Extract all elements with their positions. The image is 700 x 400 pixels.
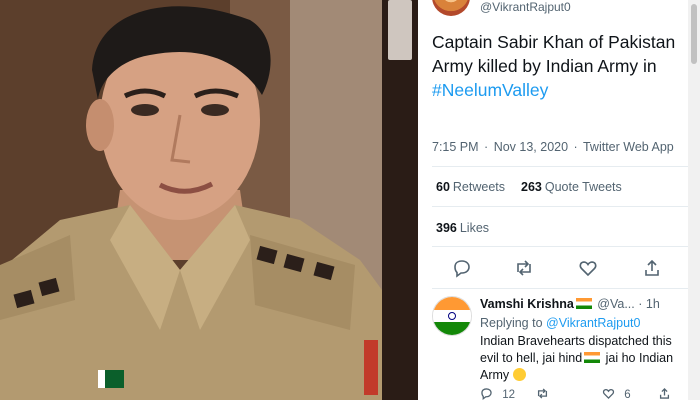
reply-text: Indian Bravehearts dispatched this evil …	[480, 333, 680, 384]
tweet-time[interactable]: 7:15 PM	[432, 140, 479, 154]
quote-tweets-link[interactable]: 263 Quote Tweets	[521, 180, 622, 194]
tweet-text: Captain Sabir Khan of Pakistan Army kill…	[432, 30, 682, 102]
india-flag-icon	[584, 352, 601, 363]
divider	[432, 206, 688, 207]
reply-like-count: 6	[624, 389, 631, 400]
likes-stats[interactable]: 396 Likes	[436, 221, 489, 235]
reply-count: 12	[502, 389, 515, 400]
reply-icon[interactable]	[452, 258, 472, 278]
mention-link[interactable]: @VikrantRajput0	[546, 316, 640, 330]
reply-icon	[481, 388, 492, 400]
reply-like-button[interactable]: 6	[602, 387, 631, 400]
divider	[432, 166, 688, 167]
reply-text-line3: Army	[480, 368, 510, 382]
retweets-link[interactable]: 60 Retweets	[436, 180, 505, 194]
reply-author-handle[interactable]: @Va...	[597, 297, 634, 311]
replying-prefix: Replying to	[480, 316, 543, 330]
retweet-icon	[537, 388, 548, 399]
likes-label: Likes	[459, 221, 490, 235]
reply-text-line2a: evil to hell, jai hind	[480, 351, 583, 365]
tweet-actions	[452, 258, 664, 280]
retweet-stats: 60 Retweets 263 Quote Tweets	[436, 180, 622, 194]
replying-to: Replying to @VikrantRajput0	[480, 316, 640, 330]
scrollbar[interactable]	[688, 0, 700, 400]
reply-author-name[interactable]: Vamshi Krishna	[480, 297, 574, 311]
likes-count: 396	[436, 221, 457, 235]
reply-share-button[interactable]	[658, 387, 671, 400]
tweet-source[interactable]: Twitter Web App	[583, 140, 674, 154]
reply-header: Vamshi Krishna @Va... · 1h	[480, 297, 660, 311]
retweet-icon[interactable]	[514, 258, 534, 278]
flexed-biceps-icon	[512, 368, 526, 381]
news-photo	[0, 0, 382, 400]
reply-tweet[interactable]: Vamshi Krishna @Va... · 1h Replying to @…	[418, 292, 688, 400]
divider-strip	[382, 0, 418, 400]
reply-avatar[interactable]	[432, 296, 472, 336]
tweet-date[interactable]: Nov 13, 2020	[494, 140, 568, 154]
india-flag-icon	[575, 298, 592, 309]
scrollbar-thumb[interactable]	[691, 4, 697, 64]
avatar[interactable]	[432, 0, 470, 16]
like-icon	[602, 389, 615, 399]
share-icon	[659, 388, 670, 399]
tweet-card: @VikrantRajput0 Captain Sabir Khan of Pa…	[418, 0, 688, 400]
share-icon[interactable]	[642, 258, 662, 278]
officer-portrait	[0, 0, 382, 400]
like-icon[interactable]	[578, 258, 598, 278]
retweets-label: Retweets	[452, 180, 506, 194]
tweet-text-body: Captain Sabir Khan of Pakistan Army kill…	[432, 32, 676, 76]
divider	[432, 246, 688, 247]
quote-label: Quote Tweets	[544, 180, 622, 194]
divider	[432, 288, 688, 289]
tweet-meta: 7:15 PM · Nov 13, 2020 · Twitter Web App	[432, 140, 674, 154]
author-handle[interactable]: @VikrantRajput0	[480, 0, 571, 14]
reply-text-line1: Indian Bravehearts dispatched this	[480, 334, 672, 348]
reply-time[interactable]: 1h	[646, 297, 660, 311]
reply-retweet-button[interactable]	[536, 387, 549, 400]
reply-text-line2b: jai ho Indian	[602, 351, 674, 365]
retweets-count: 60	[436, 180, 450, 194]
quote-count: 263	[521, 180, 542, 194]
hashtag-link[interactable]: #NeelumValley	[432, 80, 548, 100]
reply-reply-button[interactable]: 12	[480, 387, 515, 400]
